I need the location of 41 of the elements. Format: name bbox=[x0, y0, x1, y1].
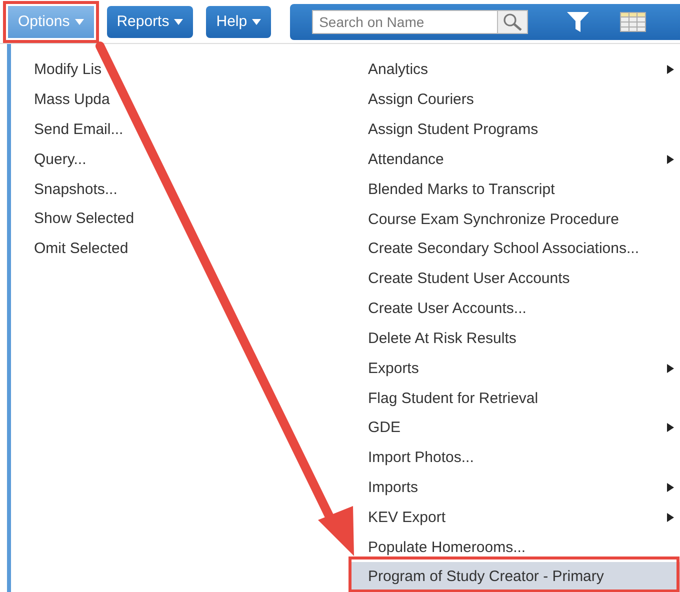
menu-item[interactable]: Mass Upda bbox=[34, 84, 350, 115]
menu-item[interactable]: Delete At Risk Results bbox=[350, 323, 680, 354]
search-field[interactable]: Search on Name bbox=[312, 10, 498, 34]
search-button[interactable] bbox=[498, 10, 528, 34]
menu-item[interactable]: Program of Study Creator - Primary bbox=[350, 562, 680, 592]
menu-item[interactable]: KEV Export bbox=[350, 502, 680, 532]
caret-icon bbox=[174, 18, 184, 24]
menu-item[interactable]: Exports bbox=[350, 353, 680, 384]
menu-item[interactable]: Query... bbox=[34, 144, 350, 175]
menu-item[interactable]: Import Photos... bbox=[350, 442, 680, 473]
menu-item[interactable]: Attendance bbox=[350, 144, 680, 174]
menu-item[interactable]: Snapshots... bbox=[34, 174, 350, 204]
submenu-arrow-icon bbox=[667, 364, 674, 373]
menu-button[interactable]: Reports bbox=[106, 6, 194, 38]
submenu-arrow-icon bbox=[667, 154, 674, 164]
menu-item[interactable]: Create Secondary School Associations... bbox=[350, 234, 680, 264]
caret-icon bbox=[252, 18, 262, 24]
menu-item[interactable]: Show Selected bbox=[34, 204, 350, 234]
submenu-arrow-icon bbox=[667, 483, 674, 492]
menu-item[interactable]: Blended Marks to Transcript bbox=[350, 174, 680, 204]
menu-item[interactable]: Analytics bbox=[350, 55, 680, 85]
menu-item[interactable]: Create User Accounts... bbox=[350, 294, 680, 324]
menu-item[interactable]: Create Student User Accounts bbox=[350, 264, 680, 294]
menu-item[interactable]: Course Exam Synchronize Procedure bbox=[350, 204, 680, 234]
menu-item[interactable]: Populate Homerooms... bbox=[350, 532, 680, 562]
menu-item[interactable]: Send Email... bbox=[34, 114, 350, 145]
submenu-arrow-icon bbox=[667, 512, 674, 522]
menu-item[interactable]: Assign Couriers bbox=[350, 84, 680, 115]
menu-button[interactable]: Help bbox=[206, 6, 272, 38]
submenu-arrow-icon bbox=[667, 65, 674, 74]
menu-item[interactable]: Imports bbox=[350, 472, 680, 502]
search-icon bbox=[502, 12, 523, 30]
menu-item[interactable]: GDE bbox=[350, 412, 680, 443]
menu-item[interactable]: Flag Student for Retrieval bbox=[350, 383, 680, 413]
submenu-arrow-icon bbox=[667, 423, 674, 432]
filter-icon[interactable] bbox=[566, 10, 590, 32]
table-icon[interactable] bbox=[620, 12, 646, 32]
menu-item[interactable]: Assign Student Programs bbox=[350, 114, 680, 144]
menu-item[interactable]: Omit Selected bbox=[34, 234, 350, 264]
caret-icon bbox=[74, 18, 84, 24]
menu-item[interactable]: Modify Lis bbox=[34, 55, 350, 85]
